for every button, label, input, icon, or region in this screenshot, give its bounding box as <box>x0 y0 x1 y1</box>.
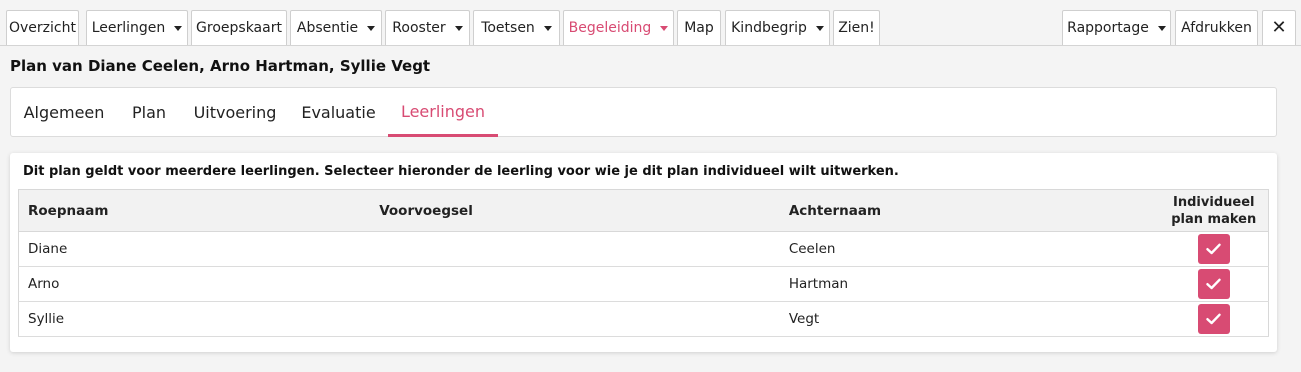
nav-item-label: Toetsen <box>481 20 535 36</box>
card-intro-text: Dit plan geldt voor meerdere leerlingen.… <box>23 164 899 179</box>
cell-voorvoegsel <box>370 301 780 337</box>
nav-item-afdrukken[interactable]: Afdrukken <box>1175 10 1258 45</box>
cell-individueel <box>1159 266 1269 302</box>
caret-down-icon <box>454 25 463 31</box>
nav-item-leerlingen[interactable]: Leerlingen <box>86 10 188 45</box>
column-header-individueel: Individueel plan maken <box>1159 189 1269 232</box>
tab-algemeen[interactable]: Algemeen <box>11 88 117 137</box>
caret-down-icon <box>174 25 183 31</box>
cell-roepnaam: Diane <box>18 231 371 267</box>
nav-item-label: Overzicht <box>9 20 76 36</box>
nav-item-label: Zien! <box>838 20 875 36</box>
cell-achternaam: Ceelen <box>779 231 1160 267</box>
nav-item-map[interactable]: Map <box>677 10 721 45</box>
caret-down-icon <box>367 25 376 31</box>
nav-item-begeleiding[interactable]: Begeleiding <box>563 10 674 45</box>
cell-voorvoegsel <box>370 266 780 302</box>
individueel-plan-button[interactable] <box>1197 234 1230 264</box>
nav-item-groepskaart[interactable]: Groepskaart <box>191 10 287 45</box>
tab-uitvoering[interactable]: Uitvoering <box>181 88 289 137</box>
top-navigation: Overzicht Leerlingen Groepskaart Absenti… <box>0 0 1301 46</box>
individueel-plan-button[interactable] <box>1197 269 1230 299</box>
tab-label: Leerlingen <box>400 101 486 121</box>
tab-leerlingen[interactable]: Leerlingen <box>388 88 498 137</box>
column-header-roepnaam[interactable]: Roepnaam <box>18 189 371 232</box>
caret-down-icon <box>1157 25 1166 31</box>
nav-item-overzicht[interactable]: Overzicht <box>6 10 79 45</box>
caret-down-icon <box>660 25 669 31</box>
column-header-achternaam[interactable]: Achternaam <box>779 189 1160 232</box>
cell-individueel <box>1159 301 1269 337</box>
nav-item-label: Rooster <box>392 20 446 36</box>
column-header-voorvoegsel[interactable]: Voorvoegsel <box>370 189 780 232</box>
close-icon: ✕ <box>1271 17 1287 38</box>
cell-voorvoegsel <box>370 231 780 267</box>
nav-item-rooster[interactable]: Rooster <box>385 10 470 45</box>
nav-item-kindbegrip[interactable]: Kindbegrip <box>725 10 830 45</box>
nav-item-zien[interactable]: Zien! <box>833 10 880 45</box>
plan-tabs: Algemeen Plan Uitvoering Evaluatie Leerl… <box>10 87 1277 137</box>
nav-item-absentie[interactable]: Absentie <box>290 10 382 45</box>
tab-label: Evaluatie <box>301 103 376 122</box>
nav-item-label: Begeleiding <box>568 20 652 36</box>
column-header-line: plan maken <box>1171 211 1257 227</box>
nav-item-rapportage[interactable]: Rapportage <box>1062 10 1171 45</box>
checkmark-icon <box>1206 313 1221 325</box>
column-header-line: Individueel <box>1173 194 1255 210</box>
cell-achternaam: Vegt <box>779 301 1160 337</box>
nav-item-label: Leerlingen <box>91 20 166 36</box>
table-row: Arno Hartman <box>18 266 1269 302</box>
table-header-row: Roepnaam Voorvoegsel Achternaam Individu… <box>18 189 1269 232</box>
nav-item-label: Kindbegrip <box>731 20 807 36</box>
tab-label: Plan <box>131 103 167 122</box>
cell-individueel <box>1159 231 1269 267</box>
students-card: Dit plan geldt voor meerdere leerlingen.… <box>10 153 1277 352</box>
caret-down-icon <box>543 25 552 31</box>
nav-item-label: Afdrukken <box>1181 20 1252 36</box>
nav-item-label: Map <box>684 20 714 36</box>
caret-down-icon <box>815 25 824 31</box>
table-row: Syllie Vegt <box>18 301 1269 337</box>
checkmark-icon <box>1206 243 1221 255</box>
tab-evaluatie[interactable]: Evaluatie <box>289 88 388 137</box>
tab-label: Algemeen <box>23 103 105 122</box>
cell-roepnaam: Syllie <box>18 301 371 337</box>
cell-achternaam: Hartman <box>779 266 1160 302</box>
individueel-plan-button[interactable] <box>1197 304 1230 334</box>
table-row: Diane Ceelen <box>18 231 1269 267</box>
nav-item-label: Groepskaart <box>196 20 282 36</box>
nav-item-label: Absentie <box>296 20 359 36</box>
page-title: Plan van Diane Ceelen, Arno Hartman, Syl… <box>10 57 431 75</box>
close-button[interactable]: ✕ <box>1262 10 1296 45</box>
tab-plan[interactable]: Plan <box>117 88 181 137</box>
nav-item-label: Rapportage <box>1067 20 1149 36</box>
checkmark-icon <box>1206 278 1221 290</box>
students-table: Roepnaam Voorvoegsel Achternaam Individu… <box>18 189 1269 337</box>
tab-label: Uitvoering <box>193 103 277 122</box>
nav-item-toetsen[interactable]: Toetsen <box>473 10 560 45</box>
cell-roepnaam: Arno <box>18 266 371 302</box>
